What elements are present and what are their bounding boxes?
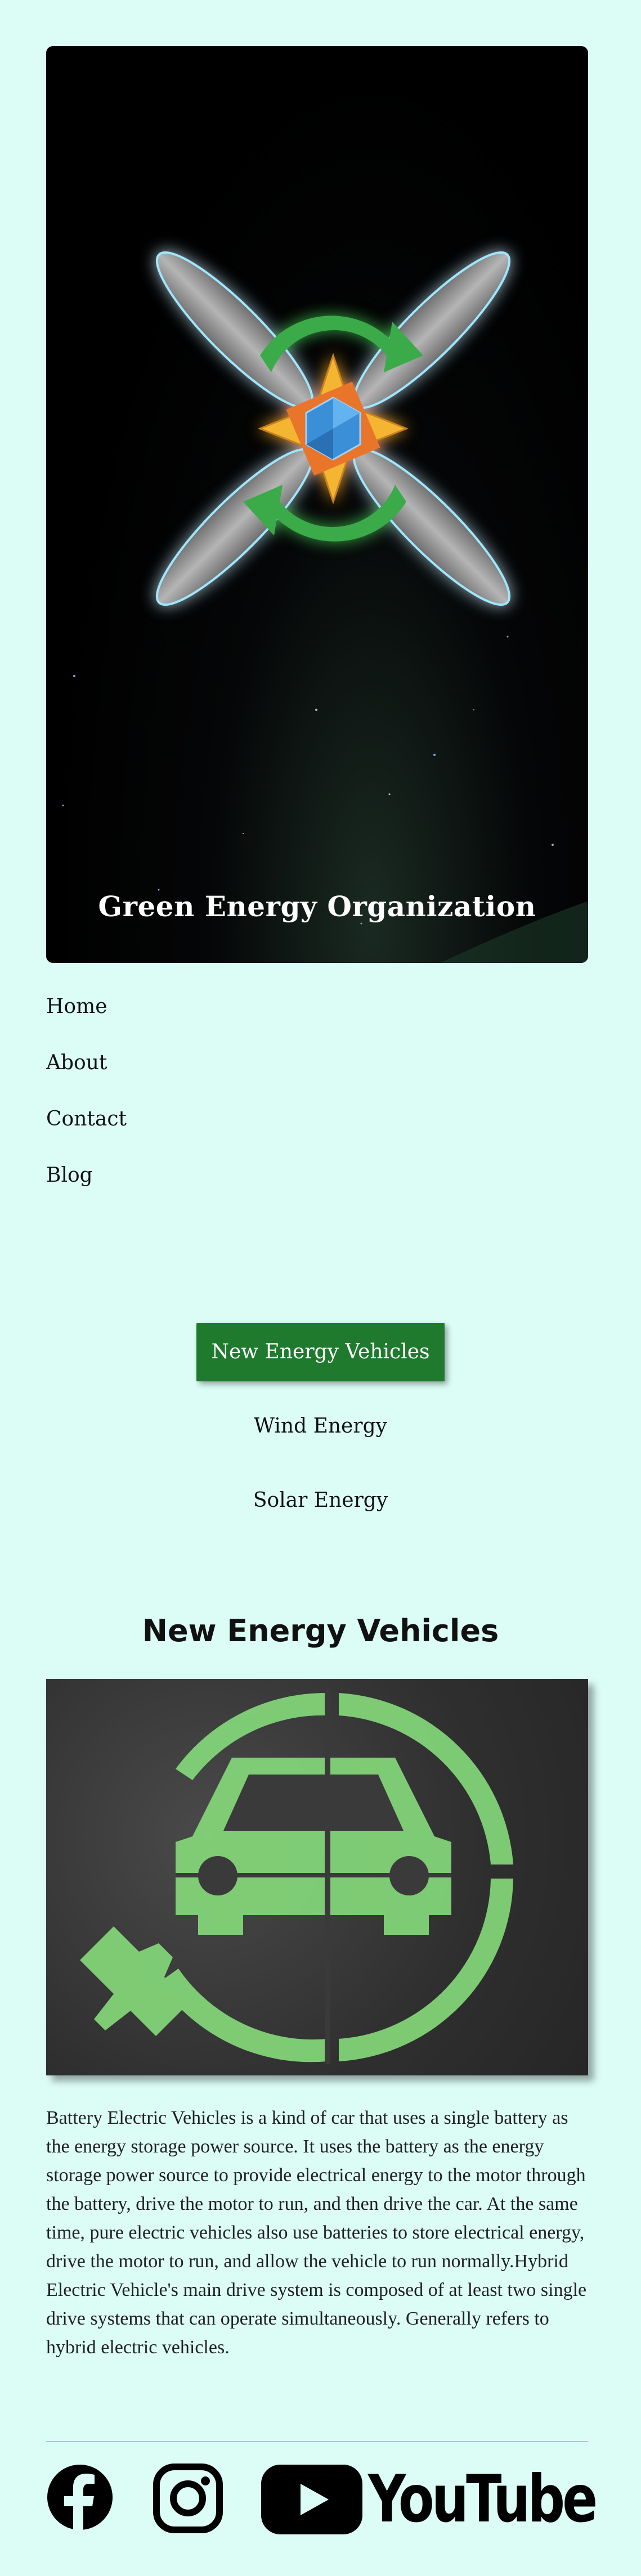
youtube-link[interactable]: YouTube (260, 2461, 598, 2537)
feature-image (46, 1679, 588, 2075)
footer-divider (46, 2441, 588, 2442)
site-title: Green Energy Organization (98, 890, 536, 923)
nav-link-contact[interactable]: Contact (46, 1105, 127, 1161)
section-body-text: Battery Electric Vehicles is a kind of c… (46, 2107, 587, 2358)
nav-link-blog[interactable]: Blog (46, 1161, 127, 1218)
main-nav: Home About Contact Blog (46, 993, 127, 1218)
instagram-icon[interactable] (153, 2464, 223, 2533)
nav-link-home[interactable]: Home (46, 993, 127, 1049)
youtube-icon (261, 2465, 362, 2534)
tab-solar-energy[interactable]: Solar Energy (240, 1471, 401, 1530)
section-title: New Energy Vehicles (142, 1613, 499, 1649)
nav-link-about[interactable]: About (46, 1049, 127, 1105)
hero-banner: Green Energy Organization (46, 46, 588, 963)
green-energy-logo-icon (155, 251, 511, 606)
social-links: YouTube (46, 2461, 598, 2537)
tab-wind-energy[interactable]: Wind Energy (240, 1397, 401, 1456)
facebook-icon[interactable] (46, 2464, 114, 2531)
topic-tabs: New Energy Vehicles Wind Energy Solar En… (0, 1323, 641, 1546)
youtube-wordmark: YouTube (368, 2461, 598, 2537)
tab-new-energy-vehicles[interactable]: New Energy Vehicles (196, 1323, 445, 1381)
electric-car-charging-icon (80, 1690, 513, 2064)
